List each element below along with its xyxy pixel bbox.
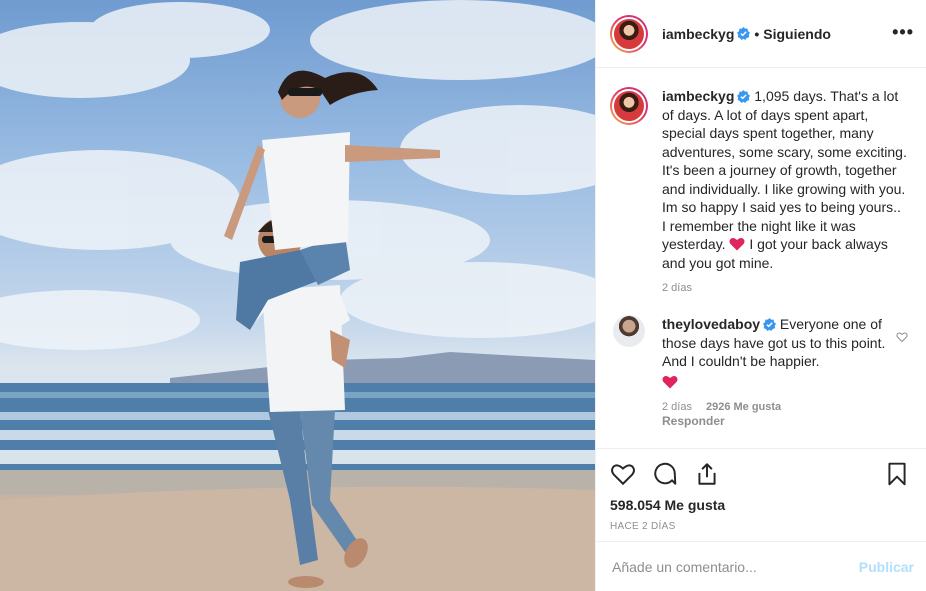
caption-row: iambeckyg 1,095 days. That's a lot of da… (610, 87, 912, 295)
more-options-icon[interactable]: ••• (892, 23, 914, 41)
commenter-avatar[interactable] (613, 315, 645, 347)
likes-count[interactable]: 598.054 Me gusta (610, 497, 910, 513)
comment-icon[interactable] (652, 461, 678, 487)
reply-button[interactable]: Responder (662, 414, 892, 428)
following-button[interactable]: Siguiendo (763, 26, 831, 42)
comment-composer: Publicar (596, 541, 926, 591)
commenter-username[interactable]: theylovedaboy (662, 316, 760, 332)
author-avatar[interactable] (610, 14, 648, 53)
comment-body: theylovedaboy Everyone one of those days… (662, 315, 892, 428)
caption-text: 1,095 days. That's a lot of days. A lot … (662, 88, 907, 252)
bookmark-icon[interactable] (884, 461, 910, 487)
post-actions: 598.054 Me gusta Hace 2 días (596, 448, 926, 540)
caption-username[interactable]: iambeckyg (662, 88, 734, 104)
beach-photo-illustration (0, 0, 595, 591)
post-photo[interactable] (0, 0, 595, 591)
caption-time[interactable]: 2 días (662, 281, 907, 295)
heart-emoji-icon (729, 237, 745, 251)
share-icon[interactable] (694, 461, 720, 487)
post-header: iambeckyg • Siguiendo ••• (596, 0, 926, 68)
author-username[interactable]: iambeckyg (662, 26, 734, 42)
comment-time[interactable]: 2 días (662, 401, 692, 413)
heart-icon[interactable] (610, 461, 636, 487)
caption-avatar[interactable] (610, 87, 648, 125)
post-time[interactable]: Hace 2 días (610, 521, 910, 532)
heart-emoji-icon (662, 375, 678, 388)
follow-separator: • (754, 25, 760, 42)
comment-row: theylovedaboy Everyone one of those days… (610, 315, 912, 428)
post-side-panel: iambeckyg • Siguiendo ••• iambeckyg 1,09… (595, 0, 926, 591)
comment-likes[interactable]: 2926 Me gusta (706, 401, 781, 413)
publish-button[interactable]: Publicar (859, 559, 914, 575)
verified-icon (737, 27, 751, 40)
action-icons (610, 459, 910, 489)
comment-input[interactable] (612, 558, 859, 575)
author-meta: iambeckyg • Siguiendo (662, 26, 831, 42)
comment-meta: 2 días 2926 Me gusta Responder (662, 400, 892, 428)
verified-icon (763, 318, 777, 331)
comments-list[interactable]: iambeckyg 1,095 days. That's a lot of da… (596, 69, 926, 448)
caption-body: iambeckyg 1,095 days. That's a lot of da… (662, 87, 907, 295)
comment-like-heart-icon[interactable] (896, 331, 908, 343)
verified-icon (737, 90, 751, 103)
